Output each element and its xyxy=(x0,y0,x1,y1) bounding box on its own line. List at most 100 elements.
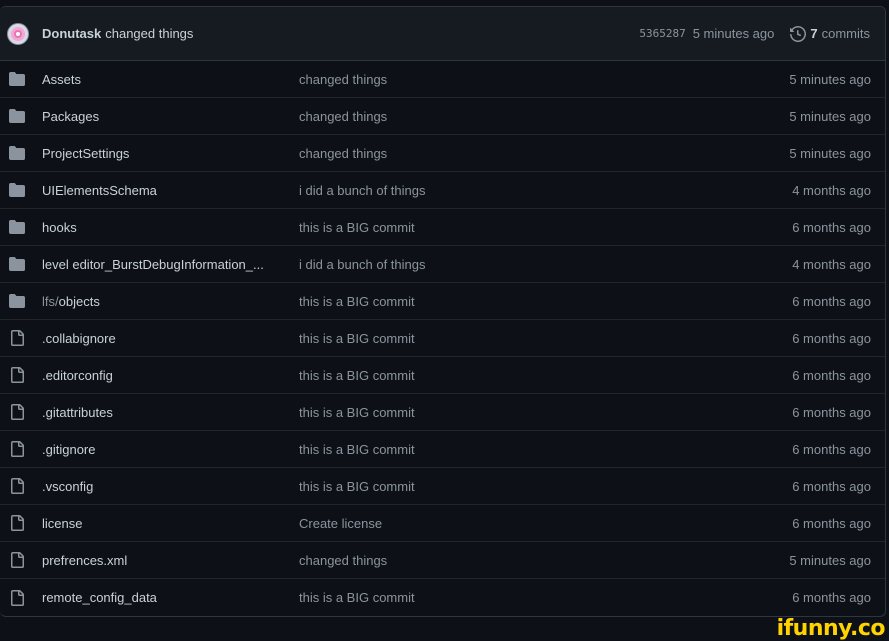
folder-icon xyxy=(9,256,27,272)
file-row[interactable]: Packages changed things 5 minutes ago xyxy=(0,98,885,135)
commit-author[interactable]: Donutask xyxy=(42,26,101,41)
commit-message[interactable]: changed things xyxy=(105,26,193,41)
commit-time: 5 minutes ago xyxy=(692,26,775,41)
file-commit-age: 6 months ago xyxy=(792,441,871,457)
file-name: remote_config_data xyxy=(42,590,157,605)
file-row[interactable]: .gitignore this is a BIG commit 6 months a… xyxy=(0,431,885,468)
file-name-link[interactable]: Packages xyxy=(42,109,299,124)
file-row[interactable]: ProjectSettings changed things 5 minutes a… xyxy=(0,135,885,172)
file-commit-message[interactable]: this is a BIG commit xyxy=(299,331,792,346)
file-icon xyxy=(9,552,27,568)
file-commit-message[interactable]: this is a BIG commit xyxy=(299,442,792,457)
file-row[interactable]: .editorconfig this is a BIG commit 6 month… xyxy=(0,357,885,394)
file-row[interactable]: Assets changed things 5 minutes ago xyxy=(0,61,885,98)
file-row[interactable]: .gitattributes this is a BIG commit 6 mont… xyxy=(0,394,885,431)
file-commit-message[interactable]: this is a BIG commit xyxy=(299,405,792,420)
file-commit-age: 6 months ago xyxy=(792,404,871,420)
file-row[interactable]: license Create license 6 months ago xyxy=(0,505,885,542)
history-icon xyxy=(790,25,807,42)
commit-count: 7 xyxy=(810,26,818,41)
file-name: UIElementsSchema xyxy=(42,182,157,198)
file-commit-age: 5 minutes ago xyxy=(789,145,871,161)
file-name: level editor_BurstDebugInformation_... xyxy=(42,256,264,272)
file-name-link[interactable]: .gitattributes xyxy=(42,405,299,420)
file-commit-age: 6 months ago xyxy=(792,478,871,494)
file-commit-message[interactable]: changed things xyxy=(299,146,789,161)
file-commit-age: 6 months ago xyxy=(792,590,871,605)
file-name-link[interactable]: UIElementsSchema xyxy=(42,183,299,198)
file-commit-message[interactable]: i did a bunch of things xyxy=(299,257,792,272)
file-icon xyxy=(9,515,27,531)
file-row[interactable]: prefrences.xml changed things 5 minutes ag… xyxy=(0,542,885,579)
file-name-link[interactable]: level editor_BurstDebugInformation_... xyxy=(42,257,299,272)
file-row[interactable]: UIElementsSchema i did a bunch of things 4… xyxy=(0,172,885,209)
file-row[interactable]: .vsconfig this is a BIG commit 6 months ag… xyxy=(0,468,885,505)
latest-commit-bar: Donutask changed things 5365287 5 minute… xyxy=(0,7,885,61)
file-row[interactable]: lfs/objects this is a BIG commit 6 months … xyxy=(0,283,885,320)
file-name-link[interactable]: .gitignore xyxy=(42,442,299,457)
file-name-link[interactable]: .editorconfig xyxy=(42,368,299,383)
file-commit-message[interactable]: Create license xyxy=(299,516,792,531)
file-name: .collabignore xyxy=(42,330,116,346)
file-icon xyxy=(9,367,27,383)
ifunny-watermark: ifunny.co xyxy=(776,616,886,641)
file-icon xyxy=(9,589,27,606)
file-name-link[interactable]: prefrences.xml xyxy=(42,553,299,568)
file-row[interactable]: .collabignore this is a BIG commit 6 month… xyxy=(0,320,885,357)
file-commit-message[interactable]: this is a BIG commit xyxy=(299,294,792,309)
file-name: .vsconfig xyxy=(42,478,94,494)
file-commit-message[interactable]: this is a BIG commit xyxy=(299,479,792,494)
folder-icon xyxy=(9,182,27,198)
file-row[interactable]: remote_config_data this is a BIG commit 6 … xyxy=(0,579,885,616)
file-commit-message[interactable]: changed things xyxy=(299,553,789,568)
file-name-link[interactable]: ProjectSettings xyxy=(42,146,299,161)
folder-icon xyxy=(9,293,27,309)
file-icon xyxy=(9,441,27,457)
file-commit-age: 4 months ago xyxy=(792,182,871,198)
commit-sha[interactable]: 5365287 xyxy=(639,27,685,40)
folder-icon xyxy=(9,145,27,161)
file-name-link[interactable]: hooks xyxy=(42,220,299,235)
file-commit-message[interactable]: changed things xyxy=(299,109,789,124)
file-name: ProjectSettings xyxy=(42,145,130,161)
commit-count-label: commits xyxy=(821,26,870,41)
file-list: Assets changed things 5 minutes ago Package… xyxy=(0,61,885,616)
file-name: .gitignore xyxy=(42,441,96,457)
file-name-link[interactable]: Assets xyxy=(42,72,299,87)
file-commit-message[interactable]: changed things xyxy=(299,72,789,87)
file-name: .editorconfig xyxy=(42,367,113,383)
folder-icon xyxy=(9,219,27,235)
file-icon xyxy=(9,478,27,494)
file-commit-age: 6 months ago xyxy=(792,367,871,383)
file-commit-age: 6 months ago xyxy=(792,330,871,346)
file-row[interactable]: level editor_BurstDebugInformation_... i … xyxy=(0,246,885,283)
file-commit-age: 6 months ago xyxy=(792,293,871,309)
avatar[interactable] xyxy=(7,22,29,45)
file-name: hooks xyxy=(42,219,77,235)
file-icon xyxy=(9,404,27,420)
file-name: license xyxy=(42,515,83,531)
file-name: objects xyxy=(58,293,100,309)
file-name-link[interactable]: .collabignore xyxy=(42,331,299,346)
file-name-link[interactable]: license xyxy=(42,516,299,531)
donut-avatar-icon xyxy=(11,26,25,41)
file-commit-message[interactable]: this is a BIG commit xyxy=(299,220,792,235)
folder-icon xyxy=(9,71,27,87)
file-commit-age: 5 minutes ago xyxy=(789,71,871,87)
file-commit-message[interactable]: this is a BIG commit xyxy=(299,590,792,605)
file-name: Assets xyxy=(42,71,82,87)
commit-history-link[interactable]: 7 commits xyxy=(790,25,870,42)
file-commit-age: 4 months ago xyxy=(792,256,871,272)
file-name-link[interactable]: remote_config_data xyxy=(42,590,299,605)
file-commit-age: 5 minutes ago xyxy=(789,552,871,568)
file-row[interactable]: hooks this is a BIG commit 6 months ago xyxy=(0,209,885,246)
folder-icon xyxy=(9,108,27,124)
file-commit-age: 5 minutes ago xyxy=(789,108,871,124)
file-name-link[interactable]: .vsconfig xyxy=(42,479,299,494)
file-commit-message[interactable]: this is a BIG commit xyxy=(299,368,792,383)
file-commit-message[interactable]: i did a bunch of things xyxy=(299,183,792,198)
file-name: .gitattributes xyxy=(42,404,113,420)
file-name: prefrences.xml xyxy=(42,552,128,568)
file-name-link[interactable]: lfs/objects xyxy=(42,294,299,309)
file-icon xyxy=(9,330,27,346)
